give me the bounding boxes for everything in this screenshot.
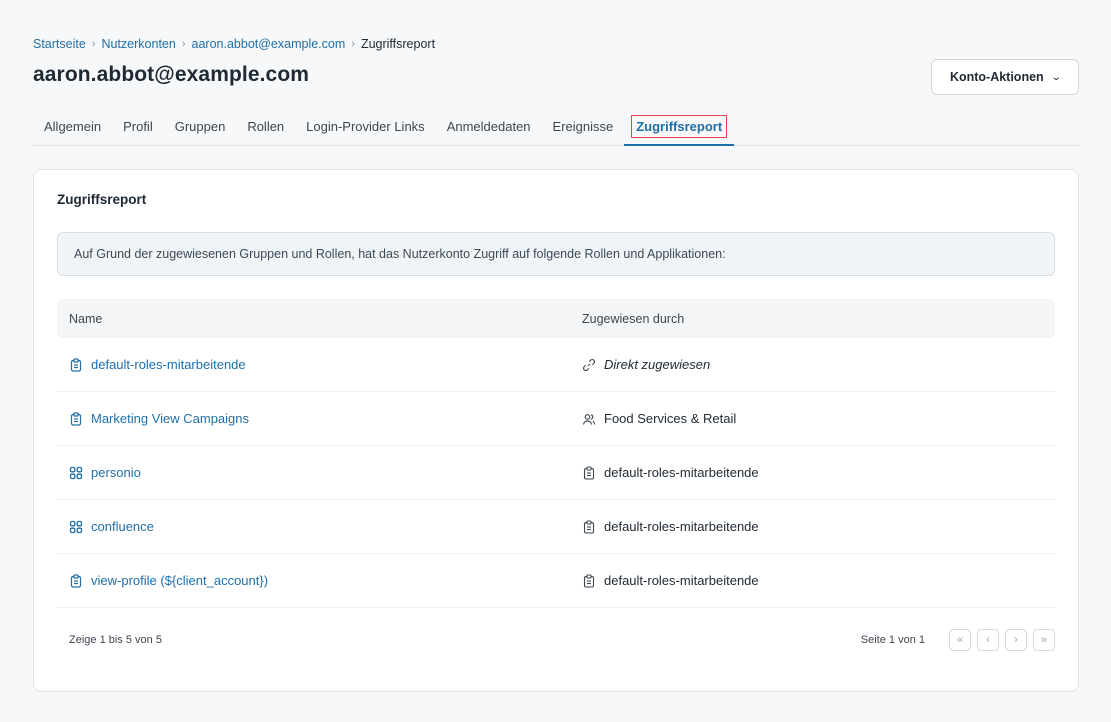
chevron-down-icon: ⌄: [1050, 71, 1062, 83]
tab-login-provider-links[interactable]: Login-Provider Links: [295, 110, 436, 145]
clipboard-icon: [582, 573, 596, 588]
breadcrumb-home-link[interactable]: Startseite: [33, 37, 86, 51]
apps-grid-icon: [69, 466, 83, 480]
table-row: Marketing View Campaigns Food Services &…: [57, 392, 1055, 446]
clipboard-icon: [582, 465, 596, 480]
application-link[interactable]: confluence: [57, 519, 582, 534]
role-link[interactable]: Marketing View Campaigns: [57, 411, 582, 426]
tab-label: Rollen: [247, 119, 285, 134]
tab-access-report[interactable]: Zugriffsreport: [624, 110, 735, 146]
assigned-by-cell: Food Services & Retail: [582, 411, 1055, 426]
results-summary: Zeige 1 bis 5 von 5: [69, 634, 162, 646]
tab-roles[interactable]: Rollen: [236, 110, 295, 145]
row-name: view-profile (${client_account}): [91, 573, 269, 588]
role-link[interactable]: view-profile (${client_account}): [57, 573, 582, 588]
assigned-by-cell: Direkt zugewiesen: [582, 357, 1055, 372]
chevron-right-icon: ›: [1014, 634, 1018, 646]
table-row: confluence default-roles-mitarbeitende: [57, 500, 1055, 554]
next-page-button[interactable]: ›: [1005, 629, 1027, 651]
chevron-right-icon: ›: [181, 38, 186, 50]
double-chevron-left-icon: «: [956, 634, 964, 646]
breadcrumb-current: Zugriffsreport: [360, 37, 436, 51]
pagination: Seite 1 von 1 « ‹ › »: [861, 629, 1055, 651]
info-alert: Auf Grund der zugewiesenen Gruppen und R…: [57, 232, 1055, 276]
tab-profile[interactable]: Profil: [112, 110, 164, 145]
clipboard-icon: [69, 357, 83, 372]
chevron-left-icon: ‹: [986, 634, 990, 646]
tab-general[interactable]: Allgemein: [33, 110, 112, 145]
tab-label: Zugriffsreport: [631, 115, 728, 138]
chevron-right-icon: ›: [351, 38, 355, 50]
tab-label: Profil: [123, 119, 153, 134]
tab-label: Ereignisse: [552, 119, 614, 134]
clipboard-icon: [69, 573, 83, 588]
tab-events[interactable]: Ereignisse: [542, 110, 625, 145]
tab-bar: Allgemein Profil Gruppen Rollen Login-Pr…: [33, 110, 1079, 146]
tab-label: Anmeldedaten: [446, 119, 531, 134]
breadcrumb-account-link[interactable]: aaron.abbot@example.com: [192, 37, 346, 51]
page-info: Seite 1 von 1: [860, 634, 925, 646]
access-report-card: Zugriffsreport Auf Grund der zugewiesene…: [33, 169, 1079, 692]
tab-label: Login-Provider Links: [306, 119, 425, 134]
row-name: default-roles-mitarbeitende: [91, 357, 246, 372]
card-title: Zugriffsreport: [57, 192, 147, 207]
clipboard-icon: [69, 411, 83, 426]
role-link[interactable]: default-roles-mitarbeitende: [57, 357, 582, 372]
account-actions-label: Konto-Aktionen: [949, 70, 1044, 84]
table-row: default-roles-mitarbeitende Direkt zugew…: [57, 338, 1055, 392]
breadcrumb-accounts-link[interactable]: Nutzerkonten: [101, 37, 175, 51]
row-name: personio: [91, 465, 141, 480]
users-icon: [582, 412, 596, 426]
double-chevron-right-icon: »: [1040, 634, 1048, 646]
breadcrumb: Startseite › Nutzerkonten › aaron.abbot@…: [33, 37, 435, 51]
assigned-by-text: Food Services & Retail: [604, 411, 737, 426]
clipboard-icon: [582, 519, 596, 534]
last-page-button[interactable]: »: [1033, 629, 1055, 651]
assigned-by-text: Direkt zugewiesen: [604, 357, 711, 372]
info-text: Auf Grund der zugewiesenen Gruppen und R…: [74, 247, 726, 261]
assigned-by-text: default-roles-mitarbeitende: [604, 519, 759, 534]
column-header-assigned-by[interactable]: Zugewiesen durch: [582, 312, 1055, 326]
row-name: confluence: [91, 519, 154, 534]
page-title: aaron.abbot@example.com: [33, 63, 310, 86]
table-row: personio default-roles-mitarbeitende: [57, 446, 1055, 500]
tab-label: Gruppen: [174, 119, 226, 134]
tab-credentials[interactable]: Anmeldedaten: [436, 110, 542, 145]
first-page-button[interactable]: «: [949, 629, 971, 651]
chevron-right-icon: ›: [91, 38, 96, 50]
assigned-by-cell: default-roles-mitarbeitende: [582, 465, 1055, 480]
application-link[interactable]: personio: [57, 465, 582, 480]
previous-page-button[interactable]: ‹: [977, 629, 999, 651]
account-actions-button[interactable]: Konto-Aktionen ⌄: [931, 59, 1079, 95]
row-name: Marketing View Campaigns: [91, 411, 249, 426]
table-footer: Zeige 1 bis 5 von 5 Seite 1 von 1 « ‹ › …: [57, 620, 1055, 660]
apps-grid-icon: [69, 520, 83, 534]
link-icon: [582, 358, 596, 372]
table-header: Name Zugewiesen durch: [57, 299, 1055, 338]
assigned-by-text: default-roles-mitarbeitende: [604, 465, 759, 480]
column-header-name[interactable]: Name: [57, 312, 582, 326]
assigned-by-text: default-roles-mitarbeitende: [604, 573, 759, 588]
tab-groups[interactable]: Gruppen: [164, 110, 237, 145]
assigned-by-cell: default-roles-mitarbeitende: [582, 573, 1055, 588]
access-table: Name Zugewiesen durch default-roles-mita…: [57, 299, 1055, 608]
assigned-by-cell: default-roles-mitarbeitende: [582, 519, 1055, 534]
table-row: view-profile (${client_account}) default…: [57, 554, 1055, 608]
tab-label: Allgemein: [44, 119, 102, 134]
